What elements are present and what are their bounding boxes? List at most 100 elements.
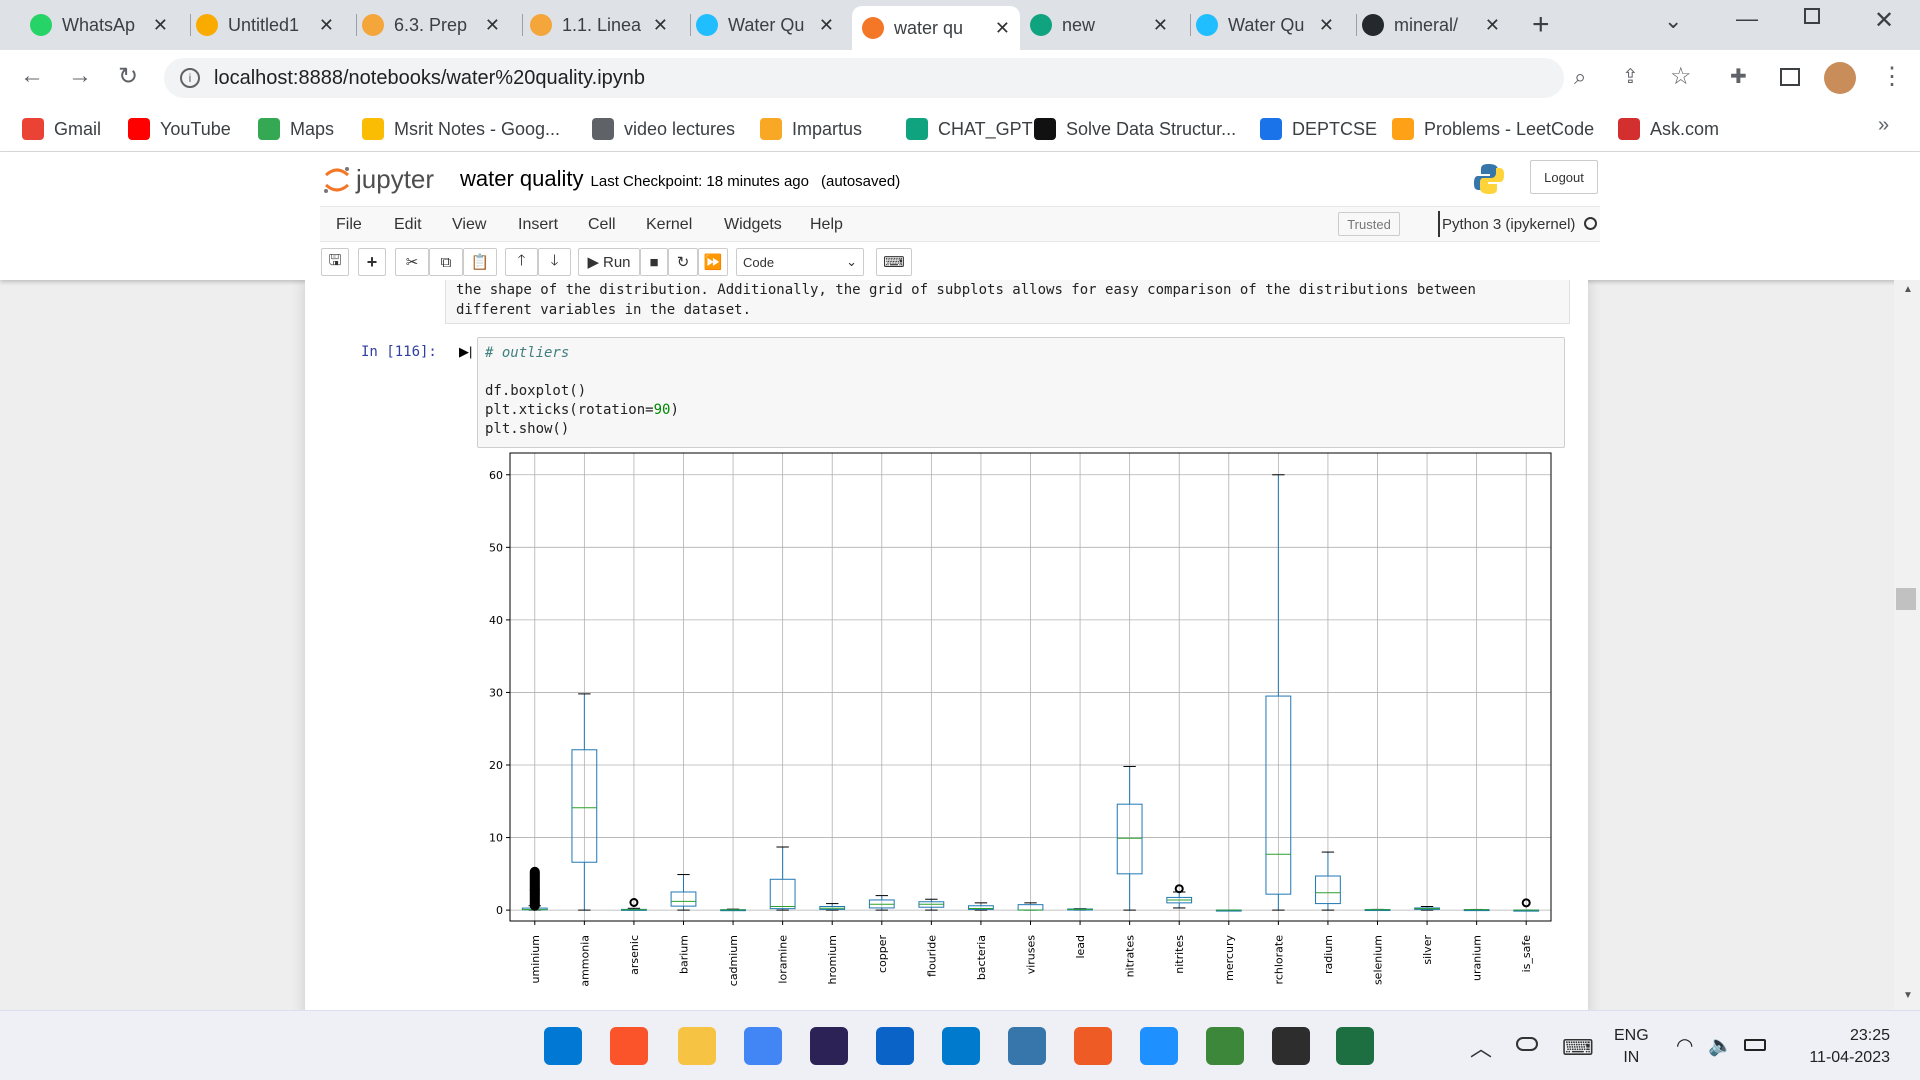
menu-insert[interactable]: Insert <box>518 216 558 234</box>
close-tab-icon[interactable]: ✕ <box>485 15 500 36</box>
close-tab-icon[interactable]: ✕ <box>995 18 1010 39</box>
site-info-icon[interactable]: i <box>180 68 200 88</box>
insert-cell-button[interactable]: + <box>358 248 386 276</box>
paste-button[interactable]: 📋 <box>463 248 497 276</box>
url-text[interactable]: localhost:8888/notebooks/water%20quality… <box>214 67 645 90</box>
zoom-icon[interactable]: ⌕ <box>1574 64 1586 90</box>
close-tab-icon[interactable]: ✕ <box>1485 15 1500 36</box>
clock[interactable]: 23:25 11-04-2023 <box>1796 1025 1890 1069</box>
cell-type-select[interactable]: Code ⌄ <box>736 248 864 276</box>
cut-button[interactable]: ✂ <box>395 248 429 276</box>
scroll-up-icon[interactable]: ▲ <box>1903 284 1913 295</box>
tab-0[interactable]: WhatsAp ✕ <box>20 8 178 42</box>
tab-search-chevron-icon[interactable]: ⌄ <box>1664 8 1682 34</box>
file-explorer-icon[interactable] <box>678 1027 716 1065</box>
move-up-button[interactable]: 🡑 <box>505 248 538 276</box>
nodejs-icon[interactable] <box>1206 1027 1244 1065</box>
menu-edit[interactable]: Edit <box>394 216 422 234</box>
tab-1[interactable]: Untitled1 ✕ <box>186 8 344 42</box>
vscode-icon[interactable] <box>942 1027 980 1065</box>
volume-icon[interactable]: 🔈 <box>1708 1033 1733 1058</box>
scroll-down-icon[interactable]: ▼ <box>1903 990 1913 1001</box>
chrome-menu-icon[interactable]: ⋮ <box>1880 62 1904 91</box>
restart-run-all-button[interactable]: ⏩ <box>698 248 728 276</box>
bookmark-4[interactable]: video lectures <box>592 114 735 144</box>
reload-icon[interactable]: ↻ <box>112 62 144 91</box>
language-indicator[interactable]: ENG IN <box>1614 1025 1649 1069</box>
cortana-icon[interactable] <box>1140 1027 1178 1065</box>
forward-arrow-icon[interactable]: → <box>64 62 96 90</box>
tab-6[interactable]: new ✕ <box>1020 8 1178 42</box>
bookmark-0[interactable]: Gmail <box>22 114 101 144</box>
extensions-icon[interactable]: ✚ <box>1730 64 1747 89</box>
close-tab-icon[interactable]: ✕ <box>153 15 168 36</box>
tray-chevron-up-icon[interactable]: ︿ <box>1470 1031 1492 1063</box>
onedrive-icon[interactable] <box>1516 1037 1538 1051</box>
bookmark-3[interactable]: Msrit Notes - Goog... <box>362 114 560 144</box>
tab-7[interactable]: Water Qu ✕ <box>1186 8 1344 42</box>
tab-3[interactable]: 1.1. Linea ✕ <box>520 8 678 42</box>
menu-help[interactable]: Help <box>810 216 843 234</box>
bookmark-9[interactable]: Problems - LeetCode <box>1392 114 1594 144</box>
bookmark-6[interactable]: CHAT_GPT <box>906 114 1033 144</box>
close-tab-icon[interactable]: ✕ <box>1153 15 1168 36</box>
bookmark-5[interactable]: Impartus <box>760 114 862 144</box>
tab-5[interactable]: water qu ✕ <box>852 6 1020 50</box>
postman-icon[interactable] <box>1074 1027 1112 1065</box>
scrollbar-thumb[interactable] <box>1896 588 1916 610</box>
move-down-button[interactable]: 🡓 <box>538 248 571 276</box>
logout-button[interactable]: Logout <box>1530 160 1598 194</box>
wifi-icon[interactable]: ◠ <box>1676 1033 1693 1058</box>
notebook-name[interactable]: water quality <box>460 166 584 192</box>
close-tab-icon[interactable]: ✕ <box>1319 15 1334 36</box>
back-arrow-icon[interactable]: ← <box>16 62 48 90</box>
run-button[interactable]: ▶ Run <box>578 248 640 276</box>
brave-icon[interactable] <box>610 1027 648 1065</box>
page-scrollbar[interactable]: ▲ ▼ <box>1894 280 1920 1010</box>
close-tab-icon[interactable]: ✕ <box>653 15 668 36</box>
new-tab-button[interactable]: + <box>1532 8 1550 42</box>
bookmark-star-icon[interactable]: ☆ <box>1670 62 1692 91</box>
bookmark-1[interactable]: YouTube <box>128 114 231 144</box>
side-panel-icon[interactable] <box>1780 68 1800 86</box>
minimize-button[interactable]: — <box>1736 6 1758 32</box>
excel-icon[interactable] <box>1336 1027 1374 1065</box>
jupyter-logo[interactable]: jupyter <box>322 164 434 195</box>
code-cell-input[interactable]: # outliers df.boxplot() plt.xticks(rotat… <box>477 337 1565 448</box>
python-idle-icon[interactable] <box>1008 1027 1046 1065</box>
address-bar[interactable]: i localhost:8888/notebooks/water%20quali… <box>164 58 1564 98</box>
menu-view[interactable]: View <box>452 216 486 234</box>
keyboard-icon[interactable]: ⌨ <box>1562 1035 1594 1061</box>
bookmark-7[interactable]: Solve Data Structur... <box>1034 114 1236 144</box>
close-tab-icon[interactable]: ✕ <box>319 15 334 36</box>
share-icon[interactable]: ⇪ <box>1622 64 1639 89</box>
terminal-icon[interactable] <box>1272 1027 1310 1065</box>
close-tab-icon[interactable]: ✕ <box>819 15 834 36</box>
run-cell-icon[interactable]: ▶| <box>459 344 472 360</box>
monitor-icon[interactable] <box>876 1027 914 1065</box>
menu-widgets[interactable]: Widgets <box>724 216 782 234</box>
bookmark-8[interactable]: DEPTCSE <box>1260 114 1377 144</box>
profile-avatar[interactable] <box>1824 62 1856 94</box>
battery-icon[interactable] <box>1744 1039 1766 1051</box>
close-window-button[interactable]: ✕ <box>1874 6 1894 35</box>
trusted-indicator[interactable]: Trusted <box>1338 212 1400 236</box>
menu-cell[interactable]: Cell <box>588 216 616 234</box>
copy-button[interactable]: ⧉ <box>429 248 463 276</box>
chrome-icon[interactable] <box>744 1027 782 1065</box>
tab-2[interactable]: 6.3. Prep ✕ <box>352 8 510 42</box>
bookmark-2[interactable]: Maps <box>258 114 334 144</box>
windows-start-icon[interactable] <box>544 1027 582 1065</box>
eclipse-icon[interactable] <box>810 1027 848 1065</box>
tab-4[interactable]: Water Qu ✕ <box>686 8 844 42</box>
bookmarks-overflow-button[interactable]: » <box>1878 114 1889 137</box>
restore-button[interactable] <box>1804 8 1820 24</box>
menu-kernel[interactable]: Kernel <box>646 216 692 234</box>
menu-file[interactable]: File <box>336 216 362 234</box>
interrupt-button[interactable]: ■ <box>640 248 668 276</box>
save-button[interactable]: 🖫 <box>321 248 349 276</box>
tab-8[interactable]: mineral/ ✕ <box>1352 8 1510 42</box>
bookmark-10[interactable]: Ask.com <box>1618 114 1719 144</box>
restart-button[interactable]: ↻ <box>668 248 698 276</box>
command-palette-button[interactable]: ⌨ <box>876 248 912 276</box>
